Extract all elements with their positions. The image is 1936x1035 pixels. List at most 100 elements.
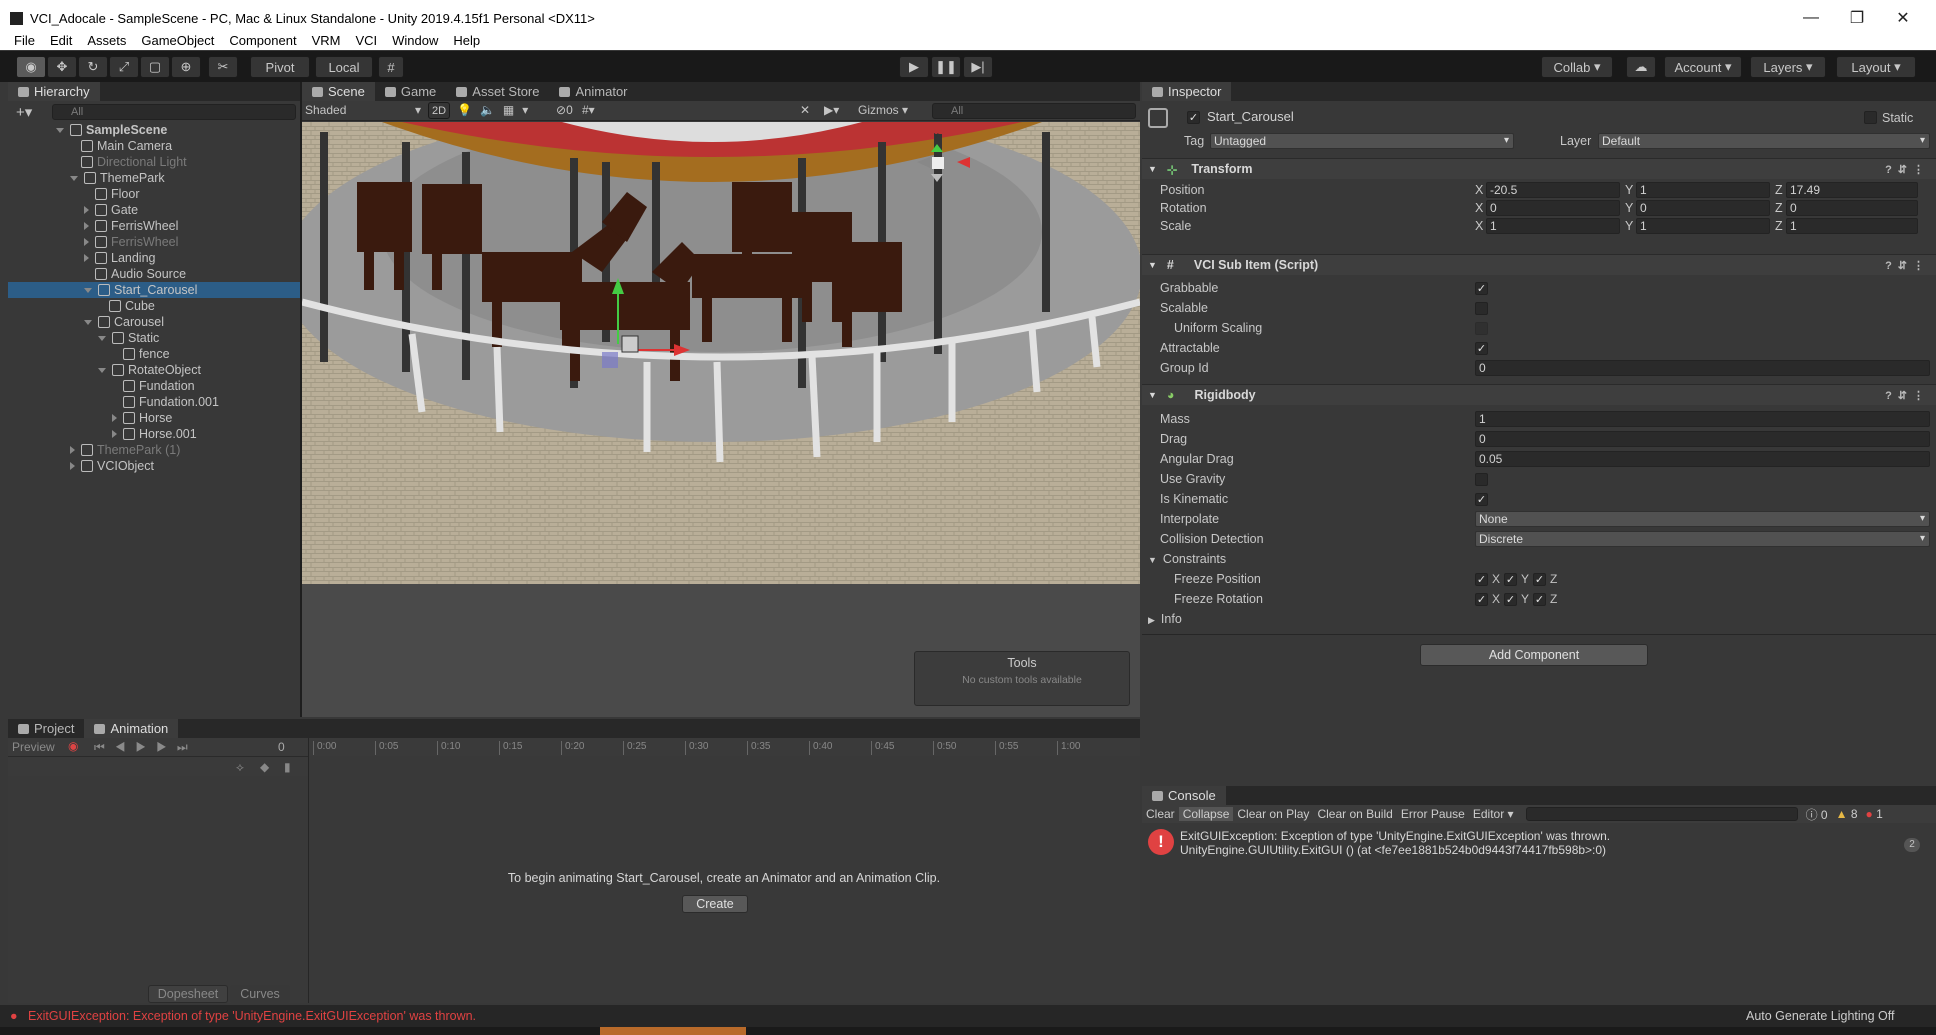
- move-plane-handle[interactable]: [602, 352, 618, 368]
- axis-label-z[interactable]: Z: [1775, 219, 1783, 233]
- hierarchy-item[interactable]: Gate: [8, 202, 300, 218]
- console-search-input[interactable]: [1525, 807, 1798, 821]
- transform-x-field[interactable]: -20.5: [1486, 182, 1620, 198]
- error-count[interactable]: ● 1: [1866, 807, 1883, 821]
- layout-dropdown[interactable]: Layout ▾: [1836, 56, 1916, 78]
- tab-inspector[interactable]: Inspector: [1142, 82, 1232, 101]
- drag-field[interactable]: 0: [1475, 431, 1930, 447]
- menu-file[interactable]: File: [14, 33, 35, 48]
- collapsed-arrow-icon[interactable]: [84, 206, 89, 214]
- vci-sub-item-header[interactable]: ▼ # VCI Sub Item (Script) ?⇵⋮: [1142, 254, 1936, 275]
- hidden-objects-toggle[interactable]: ⊘0: [556, 103, 573, 117]
- hierarchy-item[interactable]: Horse: [8, 410, 300, 426]
- hand-tool-icon[interactable]: ◉: [16, 56, 46, 78]
- hierarchy-item[interactable]: FerrisWheel: [8, 234, 300, 250]
- rotate-tool-icon[interactable]: ↻: [78, 56, 108, 78]
- layer-dropdown[interactable]: Default: [1598, 133, 1930, 149]
- layers-dropdown[interactable]: Layers ▾: [1750, 56, 1826, 78]
- move-tool-icon[interactable]: ✥: [47, 56, 77, 78]
- component-menu-icons[interactable]: ?⇵⋮: [1885, 163, 1930, 176]
- account-dropdown[interactable]: Account ▾: [1664, 56, 1742, 78]
- freeze-pos-x-checkbox[interactable]: ✓: [1475, 572, 1488, 586]
- scene-viewport[interactable]: y: [302, 122, 1140, 626]
- error-pause-button[interactable]: Error Pause: [1397, 807, 1469, 821]
- rect-tool-icon[interactable]: ▢: [140, 56, 170, 78]
- minimize-icon[interactable]: —: [1788, 4, 1834, 32]
- hierarchy-item[interactable]: Fundation.001: [8, 394, 300, 410]
- hierarchy-item[interactable]: Floor: [8, 186, 300, 202]
- console-clear-button[interactable]: Clear: [1142, 807, 1179, 821]
- console-collapse-button[interactable]: Collapse: [1178, 807, 1234, 821]
- info-foldout[interactable]: ▶ Info: [1148, 612, 1182, 626]
- event-marker-icon[interactable]: ▮: [284, 760, 291, 774]
- transform-z-field[interactable]: 0: [1786, 200, 1918, 216]
- static-checkbox[interactable]: [1864, 111, 1877, 124]
- transform-y-field[interactable]: 0: [1636, 200, 1770, 216]
- menu-assets[interactable]: Assets: [87, 33, 126, 48]
- maximize-icon[interactable]: ❐: [1834, 4, 1880, 32]
- tab-game[interactable]: Game: [375, 82, 446, 101]
- hierarchy-item[interactable]: Landing: [8, 250, 300, 266]
- collapsed-arrow-icon[interactable]: [112, 430, 117, 438]
- axis-label-y[interactable]: Y: [1625, 183, 1633, 197]
- tab-scene[interactable]: Scene: [302, 82, 375, 101]
- freeze-pos-z-checkbox[interactable]: ✓: [1533, 572, 1547, 586]
- hierarchy-item[interactable]: FerrisWheel: [8, 218, 300, 234]
- freeze-rot-z-checkbox[interactable]: ✓: [1533, 592, 1547, 606]
- warning-count[interactable]: ▲ 8: [1836, 807, 1858, 821]
- collapsed-arrow-icon[interactable]: [84, 254, 89, 262]
- tab-animation[interactable]: Animation: [84, 719, 179, 738]
- snap-icon[interactable]: #: [378, 56, 404, 78]
- collab-dropdown[interactable]: Collab ▾: [1541, 56, 1613, 78]
- scene-view-toggles[interactable]: 💡🔈▦▾: [457, 103, 536, 117]
- tools-icon[interactable]: ✕: [800, 103, 810, 117]
- playback-icons[interactable]: ⏮◀▶▶⏭: [94, 740, 198, 755]
- hierarchy-search-input[interactable]: All: [52, 104, 296, 120]
- hierarchy-item[interactable]: Cube: [8, 298, 300, 314]
- transform-y-field[interactable]: 1: [1636, 182, 1770, 198]
- transform-y-field[interactable]: 1: [1636, 218, 1770, 234]
- hierarchy-item[interactable]: Directional Light: [8, 154, 300, 170]
- hierarchy-item[interactable]: Audio Source: [8, 266, 300, 282]
- grabbable-checkbox[interactable]: ✓: [1475, 282, 1488, 295]
- hierarchy-item[interactable]: ThemePark (1): [8, 442, 300, 458]
- record-icon[interactable]: ◉: [68, 739, 78, 753]
- component-menu-icons[interactable]: ?⇵⋮: [1885, 389, 1930, 402]
- use-gravity-checkbox[interactable]: [1475, 473, 1488, 486]
- angular-drag-field[interactable]: 0.05: [1475, 451, 1930, 467]
- pause-icon[interactable]: ❚❚: [931, 56, 961, 78]
- log-count[interactable]: ⓘ 0: [1806, 806, 1828, 823]
- expanded-arrow-icon[interactable]: [56, 127, 64, 133]
- expanded-arrow-icon[interactable]: [70, 175, 78, 181]
- status-error-message[interactable]: ExitGUIException: Exception of type 'Uni…: [28, 1009, 476, 1023]
- axis-label-z[interactable]: Z: [1775, 183, 1783, 197]
- menu-component[interactable]: Component: [229, 33, 296, 48]
- attractable-checkbox[interactable]: ✓: [1475, 342, 1488, 355]
- axis-label-z[interactable]: Z: [1775, 201, 1783, 215]
- collapsed-arrow-icon[interactable]: [84, 222, 89, 230]
- mass-field[interactable]: 1: [1475, 411, 1930, 427]
- axis-label-x[interactable]: X: [1475, 201, 1483, 215]
- expanded-arrow-icon[interactable]: [98, 335, 106, 341]
- constraints-foldout[interactable]: ▼ Constraints: [1148, 552, 1226, 566]
- play-icon[interactable]: ▶: [899, 56, 929, 78]
- preview-button[interactable]: Preview: [12, 740, 55, 754]
- custom-tool-icon[interactable]: ✂: [208, 56, 238, 78]
- tab-console[interactable]: Console: [1142, 786, 1226, 805]
- group-id-field[interactable]: 0: [1475, 360, 1930, 376]
- hierarchy-item[interactable]: Carousel: [8, 314, 300, 330]
- add-icon[interactable]: +▾: [16, 103, 32, 121]
- hierarchy-item[interactable]: ThemePark: [8, 170, 300, 186]
- menu-help[interactable]: Help: [453, 33, 480, 48]
- collapsed-arrow-icon[interactable]: [112, 414, 117, 422]
- freeze-pos-y-checkbox[interactable]: ✓: [1504, 572, 1518, 586]
- hierarchy-item[interactable]: RotateObject: [8, 362, 300, 378]
- pivot-toggle[interactable]: Pivot: [250, 56, 310, 78]
- hierarchy-item[interactable]: Start_Carousel: [8, 282, 300, 298]
- console-entry-line2[interactable]: UnityEngine.GUIUtility.ExitGUI () (at <f…: [1180, 843, 1606, 857]
- collapsed-arrow-icon[interactable]: [84, 238, 89, 246]
- collision-detection-dropdown[interactable]: Discrete: [1475, 531, 1930, 547]
- hierarchy-item[interactable]: VCIObject: [8, 458, 300, 474]
- console-entry-line1[interactable]: ExitGUIException: Exception of type 'Uni…: [1180, 829, 1610, 843]
- tab-project[interactable]: Project: [8, 719, 84, 738]
